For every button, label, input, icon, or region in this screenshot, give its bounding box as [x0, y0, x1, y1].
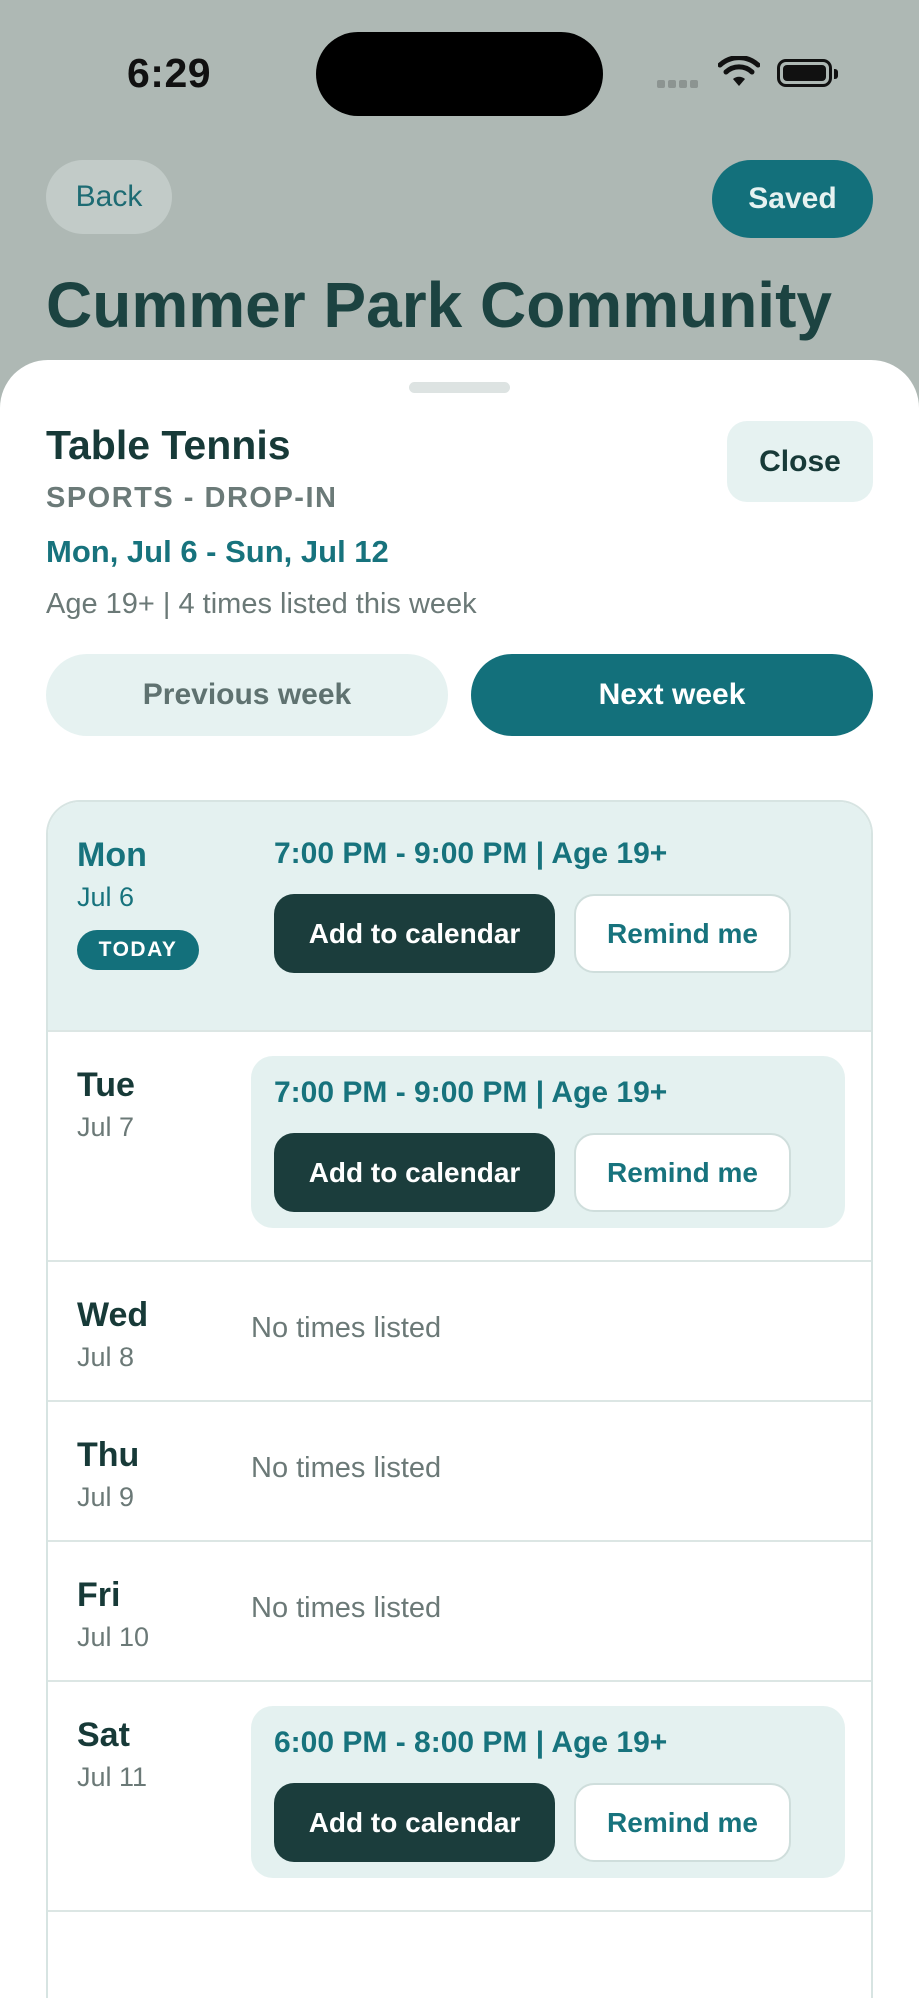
day-row-fri: Fri Jul 10 No times listed	[48, 1542, 871, 1682]
time-slot: 7:00 PM - 9:00 PM | Age 19+ Add to calen…	[251, 817, 845, 989]
today-badge: TODAY	[77, 930, 199, 970]
day-name: Tue	[77, 1066, 135, 1104]
dynamic-island	[316, 32, 603, 116]
sheet-grabber[interactable]	[409, 382, 510, 393]
close-button[interactable]: Close	[727, 421, 873, 502]
activity-title: Table Tennis	[46, 422, 291, 468]
day-name: Thu	[77, 1436, 140, 1474]
day-name: Wed	[77, 1296, 149, 1334]
next-week-button[interactable]: Next week	[471, 654, 873, 736]
no-times-label: No times listed	[251, 1452, 442, 1484]
week-date-range: Mon, Jul 6 - Sun, Jul 12	[46, 534, 389, 569]
add-to-calendar-button[interactable]: Add to calendar	[274, 1133, 555, 1212]
weekly-schedule: Mon Jul 6 TODAY 7:00 PM - 9:00 PM | Age …	[46, 800, 873, 1998]
activity-category: SPORTS - DROP-IN	[46, 482, 338, 514]
add-to-calendar-button[interactable]: Add to calendar	[274, 894, 555, 973]
activity-meta: Age 19+ | 4 times listed this week	[46, 588, 477, 620]
cellular-signal-icon	[657, 80, 698, 88]
no-times-label: No times listed	[251, 1312, 442, 1344]
no-times-label: No times listed	[251, 1592, 442, 1624]
day-row-mon: Mon Jul 6 TODAY 7:00 PM - 9:00 PM | Age …	[48, 802, 871, 1032]
time-slot: 6:00 PM - 8:00 PM | Age 19+ Add to calen…	[251, 1706, 845, 1878]
remind-me-button[interactable]: Remind me	[574, 1783, 791, 1862]
day-date: Jul 10	[77, 1622, 150, 1652]
day-date: Jul 8	[77, 1342, 135, 1372]
slot-time: 7:00 PM - 9:00 PM | Age 19+	[274, 1076, 668, 1109]
day-row-sat: Sat Jul 11 6:00 PM - 8:00 PM | Age 19+ A…	[48, 1682, 871, 1912]
day-name: Fri	[77, 1576, 121, 1614]
day-row-thu: Thu Jul 9 No times listed	[48, 1402, 871, 1542]
previous-week-button[interactable]: Previous week	[46, 654, 448, 736]
day-date: Jul 7	[77, 1112, 135, 1142]
status-time: 6:29	[127, 50, 212, 96]
time-slot: 7:00 PM - 9:00 PM | Age 19+ Add to calen…	[251, 1056, 845, 1228]
saved-button[interactable]: Saved	[712, 160, 873, 238]
wifi-icon	[718, 56, 760, 86]
day-date: Jul 9	[77, 1482, 135, 1512]
back-button[interactable]: Back	[46, 160, 172, 234]
page-title: Cummer Park Community	[46, 269, 832, 341]
remind-me-button[interactable]: Remind me	[574, 894, 791, 973]
day-name: Mon	[77, 836, 147, 874]
slot-time: 7:00 PM - 9:00 PM | Age 19+	[274, 837, 668, 870]
slot-time: 6:00 PM - 8:00 PM | Age 19+	[274, 1726, 668, 1759]
activity-sheet: Table Tennis SPORTS - DROP-IN Mon, Jul 6…	[0, 360, 919, 1998]
day-row-tue: Tue Jul 7 7:00 PM - 9:00 PM | Age 19+ Ad…	[48, 1032, 871, 1262]
day-name: Sat	[77, 1716, 130, 1754]
remind-me-button[interactable]: Remind me	[574, 1133, 791, 1212]
day-row-wed: Wed Jul 8 No times listed	[48, 1262, 871, 1402]
day-date: Jul 6	[77, 882, 135, 912]
add-to-calendar-button[interactable]: Add to calendar	[274, 1783, 555, 1862]
day-date: Jul 11	[77, 1762, 148, 1792]
battery-icon	[777, 59, 838, 87]
status-bar: 6:29	[0, 0, 919, 150]
